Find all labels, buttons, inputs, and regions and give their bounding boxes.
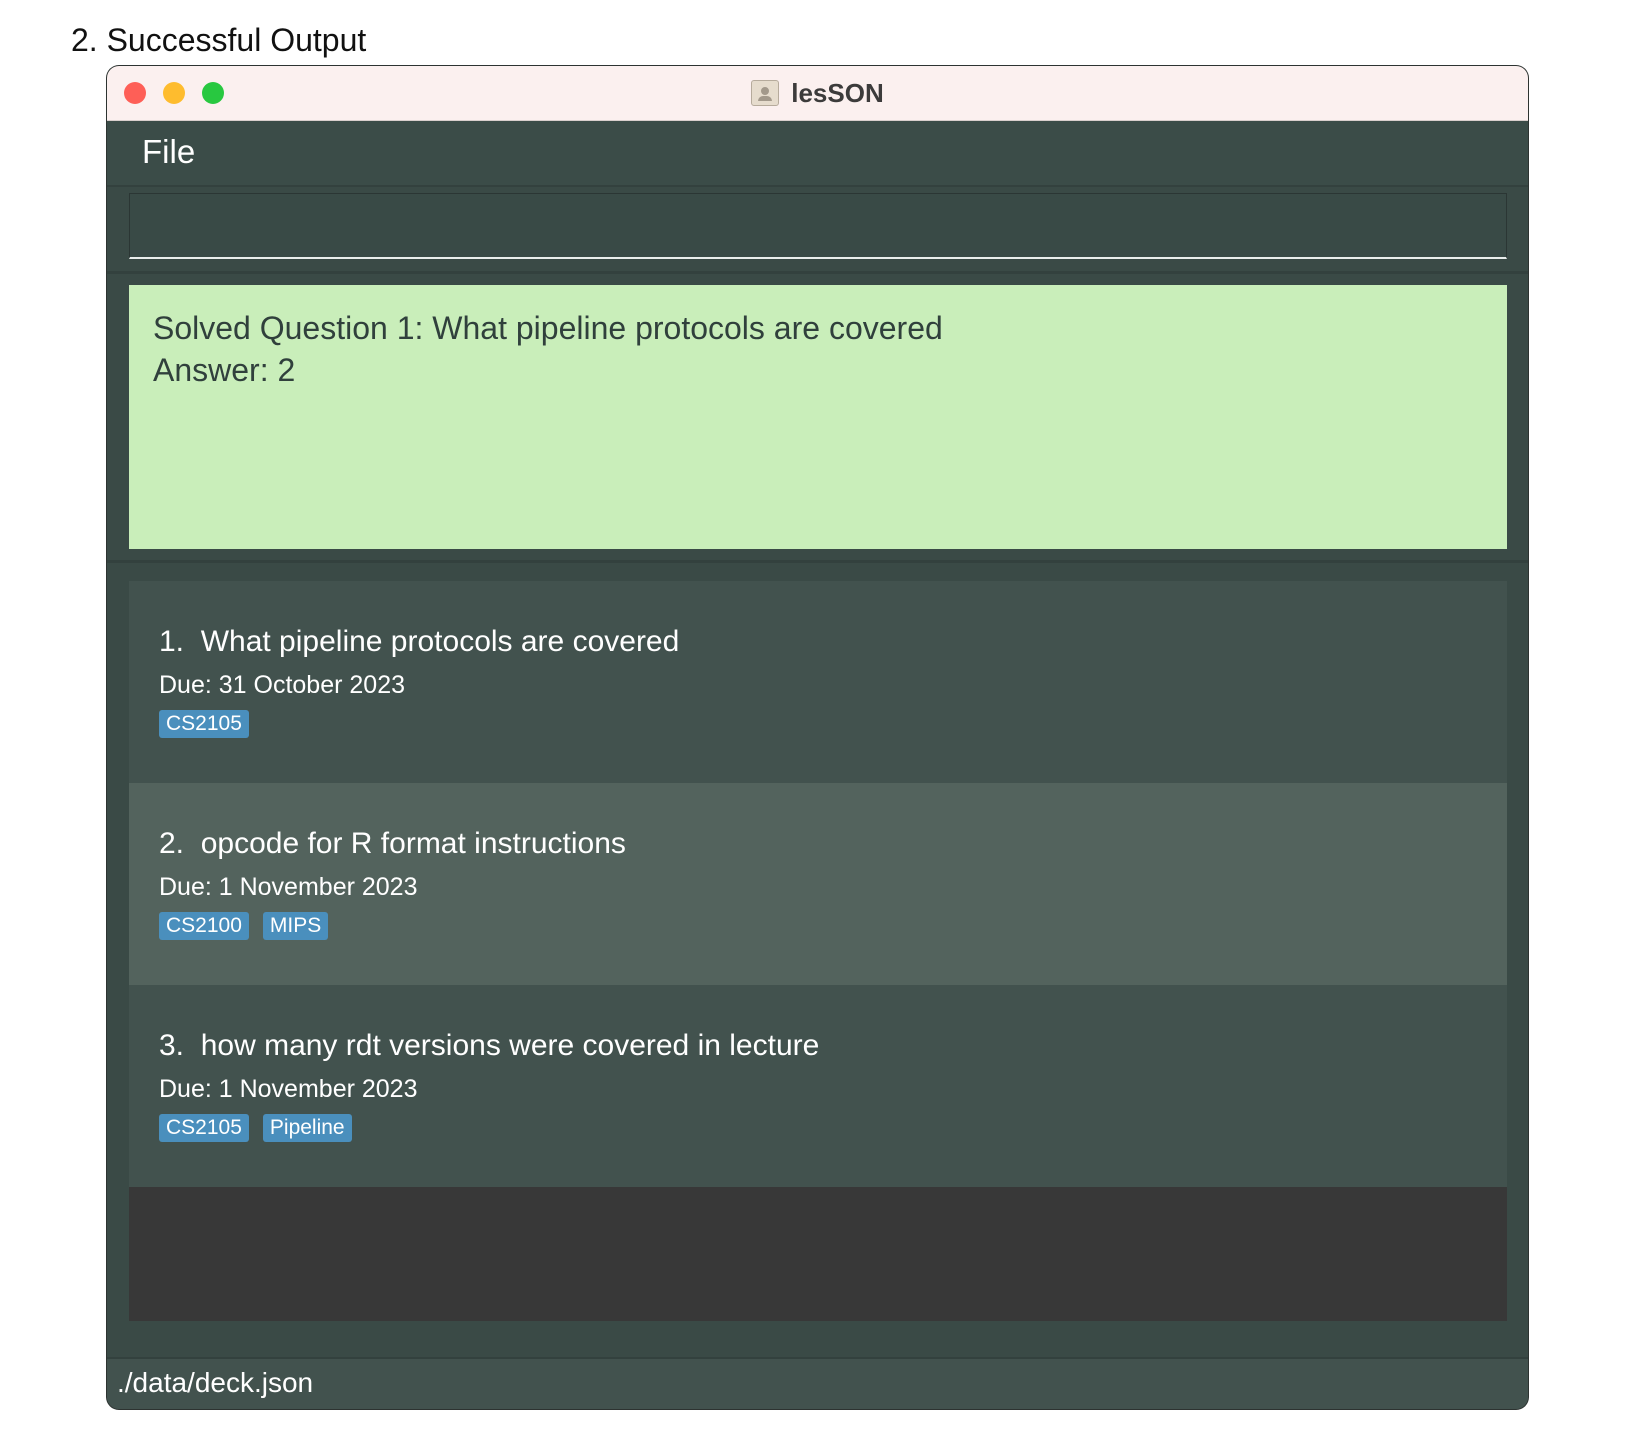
list-item[interactable]: 2. opcode for R format instructions Due:… [129, 783, 1507, 985]
list-item[interactable]: 3. how many rdt versions were covered in… [129, 985, 1507, 1187]
page-caption: 2. Successful Output [71, 22, 367, 58]
document-person-icon [751, 80, 780, 106]
tag-list: CS2105 [159, 710, 1477, 738]
card-question: opcode for R format instructions [200, 827, 626, 860]
card-due-date: Due: 1 November 2023 [159, 873, 418, 901]
command-box [129, 193, 1507, 259]
result-message: Solved Question 1: What pipeline protoco… [153, 310, 943, 346]
card-due-date: Due: 31 October 2023 [159, 671, 405, 699]
app-window: lesSON File Solved Question 1: What pipe… [107, 66, 1528, 1409]
status-bar: ./data/deck.json [107, 1357, 1528, 1409]
window-title-group: lesSON [107, 66, 1528, 120]
window-title: lesSON [791, 77, 884, 108]
card-index: 2. [159, 827, 185, 860]
title-bar[interactable]: lesSON [107, 66, 1528, 121]
tag-list: CS2100 MIPS [159, 912, 1477, 940]
tag-badge: Pipeline [262, 1114, 352, 1142]
card-title: 2. opcode for R format instructions [159, 827, 1477, 861]
result-display: Solved Question 1: What pipeline protoco… [129, 285, 1507, 549]
command-input[interactable] [130, 194, 1506, 257]
menu-file[interactable]: File [142, 133, 195, 171]
tag-list: CS2105 Pipeline [159, 1114, 1477, 1142]
question-list[interactable]: 1. What pipeline protocols are covered D… [129, 581, 1507, 1321]
tag-badge: CS2105 [159, 1114, 249, 1142]
card-due-date: Due: 1 November 2023 [159, 1075, 418, 1103]
card-title: 3. how many rdt versions were covered in… [159, 1029, 1477, 1063]
list-item[interactable]: 1. What pipeline protocols are covered D… [129, 581, 1507, 783]
card-question: how many rdt versions were covered in le… [200, 1029, 820, 1062]
result-answer: Answer: 2 [153, 352, 296, 388]
menu-bar: File [107, 121, 1528, 187]
card-index: 1. [159, 625, 185, 658]
card-question: What pipeline protocols are covered [200, 625, 680, 658]
divider [107, 560, 1528, 563]
card-index: 3. [159, 1029, 185, 1062]
divider [107, 271, 1528, 274]
tag-badge: CS2105 [159, 710, 249, 738]
card-title: 1. What pipeline protocols are covered [159, 625, 1477, 659]
file-path-status: ./data/deck.json [117, 1367, 314, 1398]
tag-badge: CS2100 [159, 912, 249, 940]
tag-badge: MIPS [262, 912, 329, 940]
